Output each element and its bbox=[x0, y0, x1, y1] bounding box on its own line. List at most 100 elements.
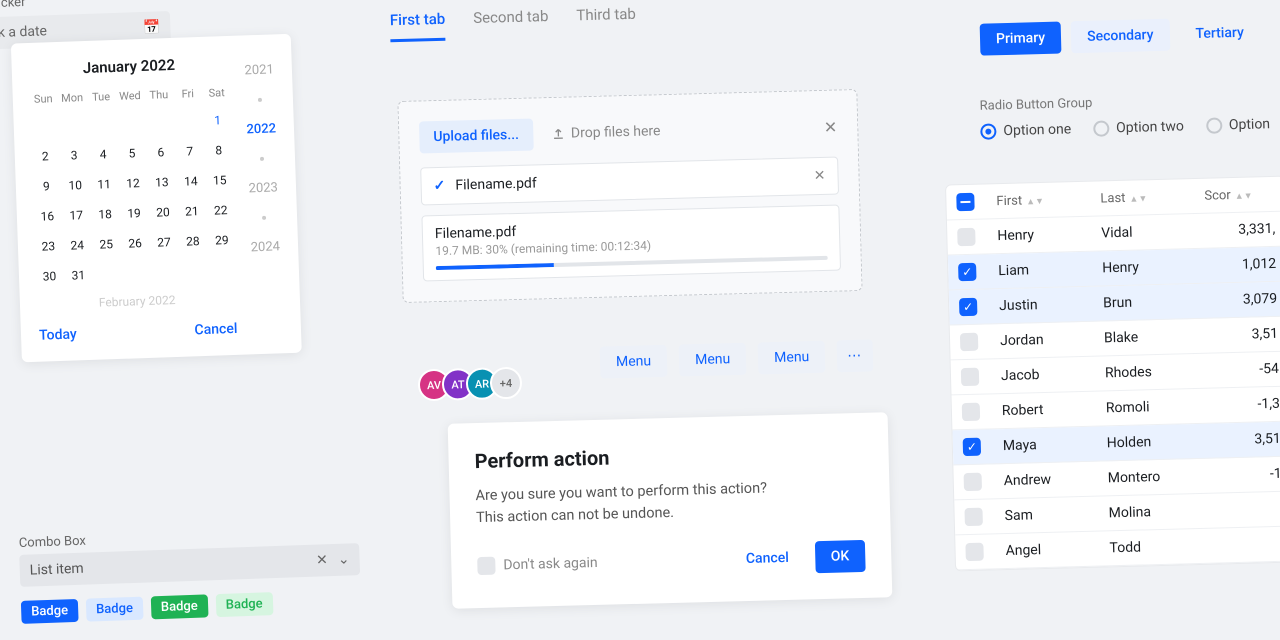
file-uploader[interactable]: Upload files... Drop files here ✕ ✓ File… bbox=[397, 89, 862, 303]
radio-option[interactable]: Option one bbox=[980, 121, 1071, 139]
calendar-day[interactable]: 10 bbox=[62, 172, 88, 199]
cell-first: Liam bbox=[998, 260, 1102, 279]
today-button[interactable]: Today bbox=[39, 326, 77, 343]
menu-button[interactable]: Menu bbox=[758, 341, 826, 375]
cell-last: Todd bbox=[1109, 538, 1213, 557]
table-row[interactable]: AngelTodd bbox=[955, 527, 1280, 571]
avatar-group: AVATAR+4 bbox=[418, 367, 523, 402]
row-checkbox[interactable] bbox=[957, 228, 975, 246]
primary-button[interactable]: Primary bbox=[980, 22, 1062, 56]
row-checkbox[interactable] bbox=[964, 508, 982, 526]
day-of-week: Sat bbox=[204, 82, 230, 104]
datepicker-next-month: February 2022 bbox=[38, 291, 237, 312]
close-icon[interactable]: ✕ bbox=[824, 117, 838, 136]
upload-button[interactable]: Upload files... bbox=[419, 119, 533, 154]
radio-option[interactable]: Option bbox=[1206, 116, 1271, 134]
more-menu-button[interactable]: ⋯ bbox=[837, 339, 874, 372]
calendar-day[interactable]: 3 bbox=[61, 142, 87, 169]
row-checkbox[interactable] bbox=[965, 543, 983, 561]
cell-last: Henry bbox=[1102, 258, 1206, 277]
calendar-day[interactable]: 7 bbox=[177, 138, 203, 165]
select-all-checkbox[interactable] bbox=[956, 193, 974, 211]
year-option[interactable]: 2022 bbox=[246, 121, 276, 137]
confirm-dialog: Perform action Are you sure you want to … bbox=[448, 412, 893, 608]
calendar-day[interactable]: 9 bbox=[33, 173, 59, 200]
remove-file-icon[interactable]: ✕ bbox=[814, 168, 826, 184]
dialog-ok-button[interactable]: OK bbox=[814, 540, 865, 573]
calendar-day[interactable]: 20 bbox=[150, 199, 176, 226]
secondary-button[interactable]: Secondary bbox=[1071, 19, 1170, 54]
dont-ask-checkbox[interactable]: Don't ask again bbox=[477, 554, 598, 575]
calendar-day[interactable]: 4 bbox=[90, 141, 116, 168]
calendar-day[interactable]: 29 bbox=[209, 227, 235, 254]
row-checkbox[interactable] bbox=[958, 263, 976, 281]
calendar-day[interactable]: 8 bbox=[206, 137, 232, 164]
year-option[interactable]: 2023 bbox=[248, 180, 278, 196]
calendar-day[interactable]: 12 bbox=[120, 170, 146, 197]
year-option[interactable]: 2021 bbox=[244, 62, 274, 78]
calendar-day[interactable]: 13 bbox=[149, 169, 175, 196]
calendar-day[interactable]: 16 bbox=[34, 203, 60, 230]
menu-button[interactable]: Menu bbox=[679, 343, 747, 377]
year-option[interactable]: 2024 bbox=[250, 239, 280, 255]
calendar-day[interactable]: 1 bbox=[205, 107, 231, 134]
chevron-down-icon[interactable]: ⌄ bbox=[338, 551, 350, 567]
calendar-day[interactable]: 5 bbox=[119, 140, 145, 167]
calendar-day[interactable]: 31 bbox=[65, 262, 91, 289]
dialog-cancel-button[interactable]: Cancel bbox=[730, 541, 806, 575]
calendar-day[interactable]: 19 bbox=[121, 200, 147, 227]
row-checkbox[interactable] bbox=[959, 298, 977, 316]
day-of-week: Thu bbox=[146, 84, 172, 106]
calendar-day[interactable]: 2 bbox=[32, 143, 58, 170]
row-checkbox[interactable] bbox=[964, 473, 982, 491]
avatar-more[interactable]: +4 bbox=[490, 367, 523, 400]
cell-last: Brun bbox=[1103, 293, 1207, 312]
calendar-day[interactable]: 17 bbox=[63, 202, 89, 229]
calendar-day[interactable]: 26 bbox=[122, 230, 148, 257]
cell-score: 1,012 bbox=[1206, 256, 1276, 274]
calendar-day[interactable]: 24 bbox=[64, 232, 90, 259]
tertiary-button[interactable]: Tertiary bbox=[1179, 16, 1260, 50]
calendar-day[interactable]: 11 bbox=[91, 171, 117, 198]
menu-group: Menu Menu Menu ⋯ bbox=[600, 339, 874, 378]
calendar-day[interactable]: 15 bbox=[207, 167, 233, 194]
combobox[interactable]: List item ✕ ⌄ bbox=[19, 543, 360, 587]
year-selector[interactable]: 2021 2022 2023 2024 bbox=[244, 52, 283, 336]
calendar-day[interactable]: 14 bbox=[178, 168, 204, 195]
clear-icon[interactable]: ✕ bbox=[316, 552, 328, 568]
calendar-day bbox=[152, 259, 178, 286]
checkbox-icon bbox=[477, 557, 495, 575]
calendar-day[interactable]: 21 bbox=[179, 198, 205, 225]
calendar-day[interactable]: 27 bbox=[151, 229, 177, 256]
calendar-day bbox=[118, 110, 144, 137]
cell-first: Jordan bbox=[1000, 330, 1104, 349]
cell-first: Maya bbox=[1003, 435, 1107, 454]
calendar-day[interactable]: 18 bbox=[92, 201, 118, 228]
radio-option[interactable]: Option two bbox=[1093, 118, 1184, 136]
progress-bar bbox=[436, 256, 828, 270]
tab[interactable]: Third tab bbox=[576, 5, 636, 38]
column-header[interactable]: First▲▼ bbox=[996, 191, 1100, 209]
calendar-day[interactable]: 30 bbox=[37, 263, 63, 290]
column-header[interactable]: Scor▲▼ bbox=[1204, 186, 1274, 203]
calendar-day[interactable]: 23 bbox=[36, 233, 62, 260]
cell-last: Vidal bbox=[1101, 223, 1205, 242]
cancel-button[interactable]: Cancel bbox=[194, 321, 237, 338]
tab[interactable]: First tab bbox=[390, 10, 446, 42]
badge: Badge bbox=[21, 599, 79, 624]
row-checkbox[interactable] bbox=[960, 333, 978, 351]
cell-first: Jacob bbox=[1001, 365, 1105, 384]
cell-first: Angel bbox=[1005, 540, 1109, 559]
cell-score bbox=[1213, 509, 1280, 511]
tab[interactable]: Second tab bbox=[473, 7, 549, 40]
column-header[interactable]: Last▲▼ bbox=[1100, 188, 1204, 206]
menu-button[interactable]: Menu bbox=[600, 345, 668, 379]
calendar-day[interactable]: 28 bbox=[180, 228, 206, 255]
row-checkbox[interactable] bbox=[961, 368, 979, 386]
calendar-day[interactable]: 25 bbox=[93, 231, 119, 258]
row-checkbox[interactable] bbox=[963, 438, 981, 456]
row-checkbox[interactable] bbox=[962, 403, 980, 421]
calendar-day[interactable]: 6 bbox=[148, 139, 174, 166]
cell-score: 3,51 bbox=[1211, 431, 1280, 449]
calendar-day[interactable]: 22 bbox=[208, 197, 234, 224]
